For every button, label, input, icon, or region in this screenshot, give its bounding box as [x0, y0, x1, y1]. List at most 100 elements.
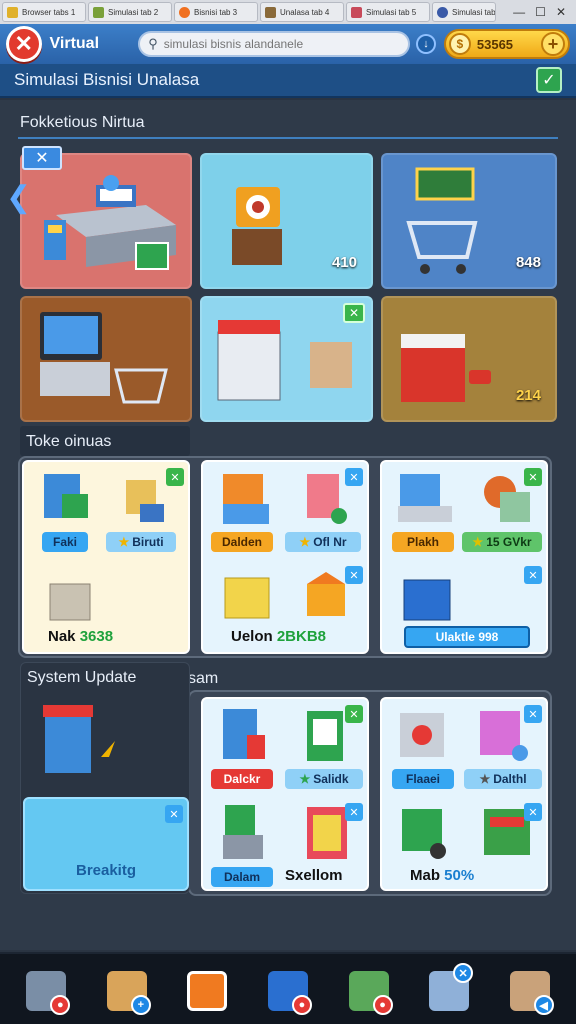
item-tag: Flaaei — [392, 769, 454, 789]
atm-icon — [223, 709, 265, 759]
app-title: Virtual — [49, 35, 100, 52]
tile-value: 410 — [331, 254, 357, 271]
door-icon[interactable]: ● — [22, 963, 71, 1015]
shop-card[interactable]: ✕ Faki ★ Biruti Nak 3638 — [22, 460, 190, 654]
package-icon[interactable]: ✕ — [425, 963, 474, 1015]
add-coins-button[interactable]: + — [541, 32, 565, 56]
browser-tab[interactable]: Simulasi tab 2 — [88, 2, 172, 22]
tile-market-stall[interactable]: ✕ — [200, 296, 373, 422]
confirm-button[interactable]: ✓ — [536, 67, 562, 93]
browser-tab[interactable]: Simulasi tab 5 — [346, 2, 430, 22]
browser-tab[interactable]: Simulasi tab 6 — [432, 2, 496, 22]
globe-icon — [437, 6, 448, 18]
update-card[interactable]: ✕ Flaaei ★ Dalthl ✕ Mab 50% — [380, 697, 548, 891]
crate-icon — [224, 577, 270, 619]
tile-value: 214 — [515, 387, 541, 404]
star-icon: ★ — [299, 535, 311, 549]
leaf-icon — [93, 6, 104, 18]
search-bar[interactable]: ⚲ — [138, 31, 411, 57]
footer-stat: Uelon 2BKB8 — [231, 628, 327, 645]
close-button[interactable]: ✕ — [6, 26, 42, 62]
register-icon — [398, 474, 452, 522]
window-close-button[interactable]: ✕ — [556, 5, 566, 19]
shop-card[interactable]: ✕ Plakh ★ 15 GVkr ✕ Ulaktle 998 — [380, 460, 548, 654]
item-tag: ★ Biruti — [106, 532, 176, 552]
item-tag: ★ 15 GVkr — [462, 532, 542, 552]
section-title: Fokketious Nirtua — [20, 114, 145, 131]
stall-icon — [223, 474, 269, 524]
cube-icon[interactable]: ● — [264, 963, 312, 1015]
item-tag: Dalden — [211, 532, 273, 552]
item-tag: Dalckr — [211, 769, 273, 789]
section-title-tail: sam — [188, 670, 219, 687]
top-bar: ✕ Virtual ⚲ ↓ $ 53565 + — [0, 24, 576, 64]
sub-header: Simulasi Bisnisi Unalasa ✓ — [0, 64, 576, 98]
star-icon: ★ — [472, 535, 484, 549]
item-tag: ★ Dalthl — [464, 769, 542, 789]
search-icon: ⚲ — [148, 36, 158, 51]
pin-button[interactable]: ✕ — [22, 146, 62, 170]
tile-red-kiosk[interactable]: 214 — [381, 296, 557, 422]
shop-card[interactable]: ✕ Dalden ★ Ofl Nr ✕ Uelon 2BKB8 — [201, 460, 369, 654]
download-button[interactable]: ↓ — [416, 34, 436, 54]
close-icon[interactable]: ✕ — [345, 566, 363, 584]
box-icon[interactable]: + — [103, 963, 151, 1015]
orange-icon — [179, 6, 190, 18]
update-button[interactable]: ✕ Breakitg — [23, 797, 189, 891]
close-icon: ✕ — [14, 31, 33, 56]
coin-value: 53565 — [476, 36, 514, 52]
store-icon — [7, 6, 18, 18]
item-tag: Plakh — [392, 532, 454, 552]
scroll-left-arrow[interactable]: ❮ — [6, 180, 31, 215]
grocery-shop-illustration — [44, 175, 176, 270]
section-divider — [18, 137, 558, 139]
tile-shopping-cart[interactable]: 848 — [381, 153, 557, 289]
scale-icon — [400, 713, 444, 757]
shelf-icon[interactable]: ● — [345, 963, 393, 1015]
system-update-title: System Update — [27, 669, 137, 686]
crate-icon[interactable] — [183, 963, 231, 1015]
item-tag: ★ Ofl Nr — [285, 532, 361, 552]
section-title: Toke oinuas — [26, 433, 112, 450]
tile-pos-monitor[interactable] — [20, 296, 192, 422]
footer-stat-bar: Ulaktle 998 — [404, 626, 530, 648]
coin-counter: $ 53565 + — [443, 29, 570, 59]
item-tag: Faki — [42, 532, 88, 552]
update-button-label: Breakitg — [75, 862, 137, 879]
close-icon[interactable]: ✕ — [524, 705, 542, 723]
avatar-icon — [351, 6, 362, 18]
star-icon: ★ — [299, 772, 311, 786]
tile-grocery-shop[interactable] — [20, 153, 192, 289]
search-input[interactable] — [163, 37, 384, 51]
browser-tab[interactable]: Unalasa tab 4 — [260, 2, 344, 22]
check-icon[interactable]: ✕ — [343, 303, 365, 323]
bottom-dock: ● + ● ● ✕ ◀ — [0, 952, 576, 1024]
basket-icon — [126, 480, 164, 522]
tile-cash-register[interactable]: 410 — [200, 153, 373, 289]
close-icon[interactable]: ✕ — [524, 566, 542, 584]
item-tag: ★ Salidk — [285, 769, 363, 789]
system-update-panel: System Update ✕ Breakitg — [20, 662, 190, 894]
close-icon[interactable]: ✕ — [345, 468, 363, 486]
browser-tab[interactable]: Browser tabs 1 — [2, 2, 86, 22]
coin-icon: $ — [448, 33, 471, 55]
minimize-button[interactable]: — — [513, 5, 525, 19]
browser-tab-strip: Browser tabs 1 Simulasi tab 2 Bisnisi ta… — [0, 0, 576, 24]
red-kiosk-illustration — [401, 334, 491, 402]
browser-tab[interactable]: Bisnisi tab 3 — [174, 2, 258, 22]
close-icon[interactable]: ✕ — [524, 803, 542, 821]
update-card[interactable]: ✕ Dalckr ★ Salidk ✕ Dalam Sxellom — [201, 697, 369, 891]
pos-monitor-illustration — [40, 312, 168, 404]
check-icon[interactable]: ✕ — [345, 705, 363, 723]
maximize-button[interactable]: ☐ — [535, 5, 546, 19]
vending-machine-illustration — [43, 705, 121, 773]
check-icon[interactable]: ✕ — [166, 468, 184, 486]
storage-icon[interactable]: ◀ — [506, 963, 554, 1015]
footer-stat: Sxellom — [285, 867, 343, 884]
close-icon[interactable]: ✕ — [165, 805, 183, 823]
check-icon[interactable]: ✕ — [524, 468, 542, 486]
tile-value: 848 — [515, 254, 541, 271]
page-title: Simulasi Bisnisi Unalasa — [14, 70, 200, 89]
close-icon[interactable]: ✕ — [345, 803, 363, 821]
blue-box-icon — [403, 579, 451, 621]
